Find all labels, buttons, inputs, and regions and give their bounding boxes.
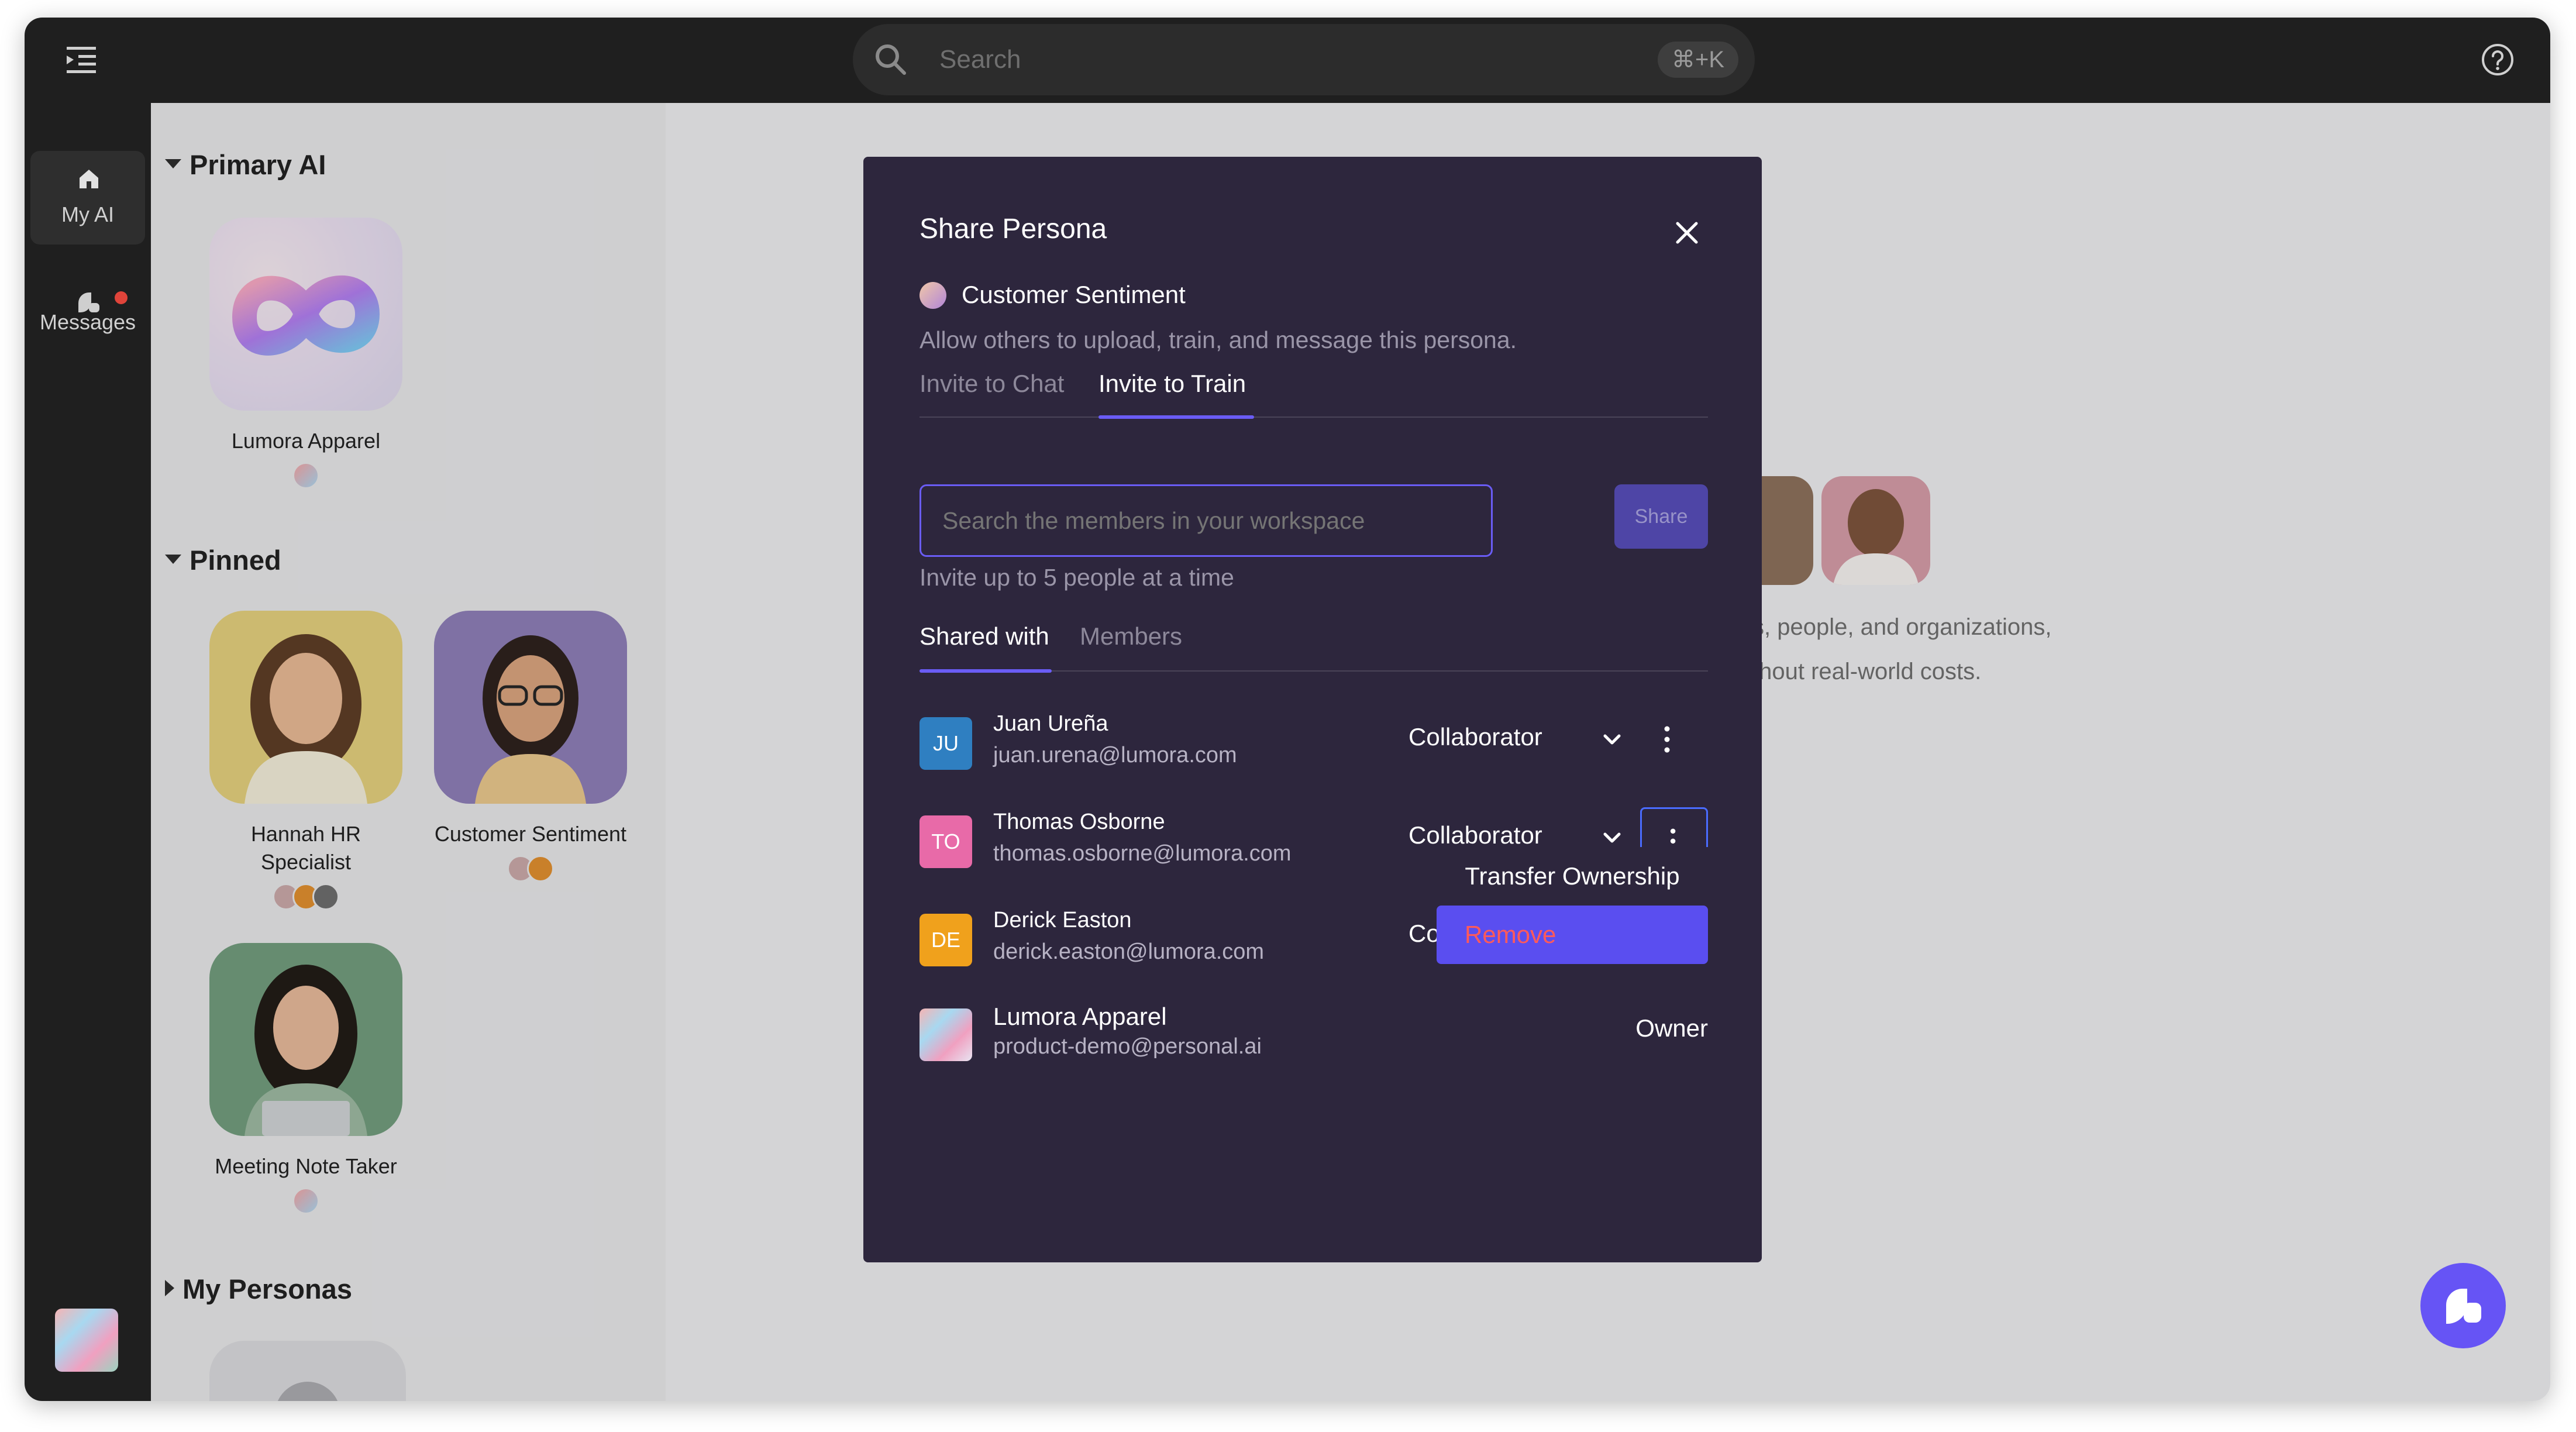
active-tab-indicator xyxy=(919,669,1052,673)
persona-avatar xyxy=(919,282,946,309)
tab-invite-to-chat[interactable]: Invite to Chat xyxy=(919,370,1064,398)
member-email: thomas.osborne@lumora.com xyxy=(993,841,1292,866)
chat-icon xyxy=(2446,1289,2481,1324)
shared-tabs: Shared with Members xyxy=(919,622,1708,673)
rail-item-label: My AI xyxy=(61,202,115,226)
rail-item-messages[interactable]: Messages xyxy=(30,274,145,367)
member-name: Lumora Apparel xyxy=(993,1003,1167,1030)
modal-title: Share Persona xyxy=(919,214,1107,245)
top-bar: Search ⌘+K xyxy=(25,18,2550,103)
help-icon[interactable] xyxy=(2480,42,2515,77)
tab-shared-with[interactable]: Shared with xyxy=(919,622,1049,650)
tab-invite-to-train[interactable]: Invite to Train xyxy=(1098,370,1246,398)
rail-item-label: Messages xyxy=(39,310,136,334)
chevron-down-icon[interactable] xyxy=(1600,728,1624,751)
member-row: Lumora Apparel product-demo@personal.ai … xyxy=(919,1003,1708,1073)
role-select[interactable]: Collaborator xyxy=(1408,723,1542,751)
close-icon[interactable] xyxy=(1674,220,1700,246)
member-search-input[interactable] xyxy=(919,484,1493,557)
nav-rail: My AI Messages xyxy=(25,103,151,1401)
member-row: JU Juan Ureña juan.urena@lumora.com Coll… xyxy=(919,711,1708,782)
member-email: product-demo@personal.ai xyxy=(993,1034,1262,1059)
member-avatar: DE xyxy=(919,914,972,966)
global-search[interactable]: Search ⌘+K xyxy=(853,24,1755,95)
search-icon xyxy=(876,44,906,75)
chevron-down-icon[interactable] xyxy=(1600,826,1624,849)
role-select[interactable]: Collaborator xyxy=(1408,821,1542,849)
sidebar-toggle-icon[interactable] xyxy=(61,41,101,78)
member-avatar: JU xyxy=(919,717,972,770)
member-name: Juan Ureña xyxy=(993,711,1108,736)
member-avatar: TO xyxy=(919,815,972,868)
persona-name: Customer Sentiment xyxy=(962,281,1186,308)
shortcut-badge: ⌘+K xyxy=(1657,42,1738,78)
menu-item-remove[interactable]: Remove xyxy=(1437,906,1708,964)
member-options-menu: Transfer Ownership Remove xyxy=(1437,847,1708,1012)
modal-subtitle: Allow others to upload, train, and messa… xyxy=(919,326,1517,353)
search-placeholder: Search xyxy=(939,45,1021,74)
home-icon xyxy=(80,170,98,188)
user-avatar[interactable] xyxy=(55,1309,118,1372)
role-select[interactable]: Co xyxy=(1408,920,1440,948)
notification-dot xyxy=(115,291,128,304)
share-button[interactable]: Share xyxy=(1614,484,1708,549)
tab-members[interactable]: Members xyxy=(1080,622,1182,650)
share-persona-modal: Share Persona Customer Sentiment Allow o… xyxy=(863,157,1762,1262)
chat-fab[interactable] xyxy=(2420,1263,2506,1348)
invite-hint: Invite up to 5 people at a time xyxy=(919,564,1234,591)
active-tab-indicator xyxy=(1098,415,1254,419)
more-options-icon[interactable] xyxy=(1649,716,1685,763)
member-email: juan.urena@lumora.com xyxy=(993,743,1237,767)
member-avatar xyxy=(919,1008,972,1061)
app-window: Search ⌘+K My AI Messages Primary AI Lum… xyxy=(25,18,2550,1401)
member-name: Derick Easton xyxy=(993,908,1132,932)
member-name: Thomas Osborne xyxy=(993,810,1165,834)
owner-label: Owner xyxy=(1635,1014,1708,1042)
invite-tabs: Invite to Chat Invite to Train xyxy=(919,370,1708,419)
menu-item-transfer-ownership[interactable]: Transfer Ownership xyxy=(1437,847,1708,906)
rail-item-my-ai[interactable]: My AI xyxy=(30,151,145,245)
member-email: derick.easton@lumora.com xyxy=(993,939,1265,964)
